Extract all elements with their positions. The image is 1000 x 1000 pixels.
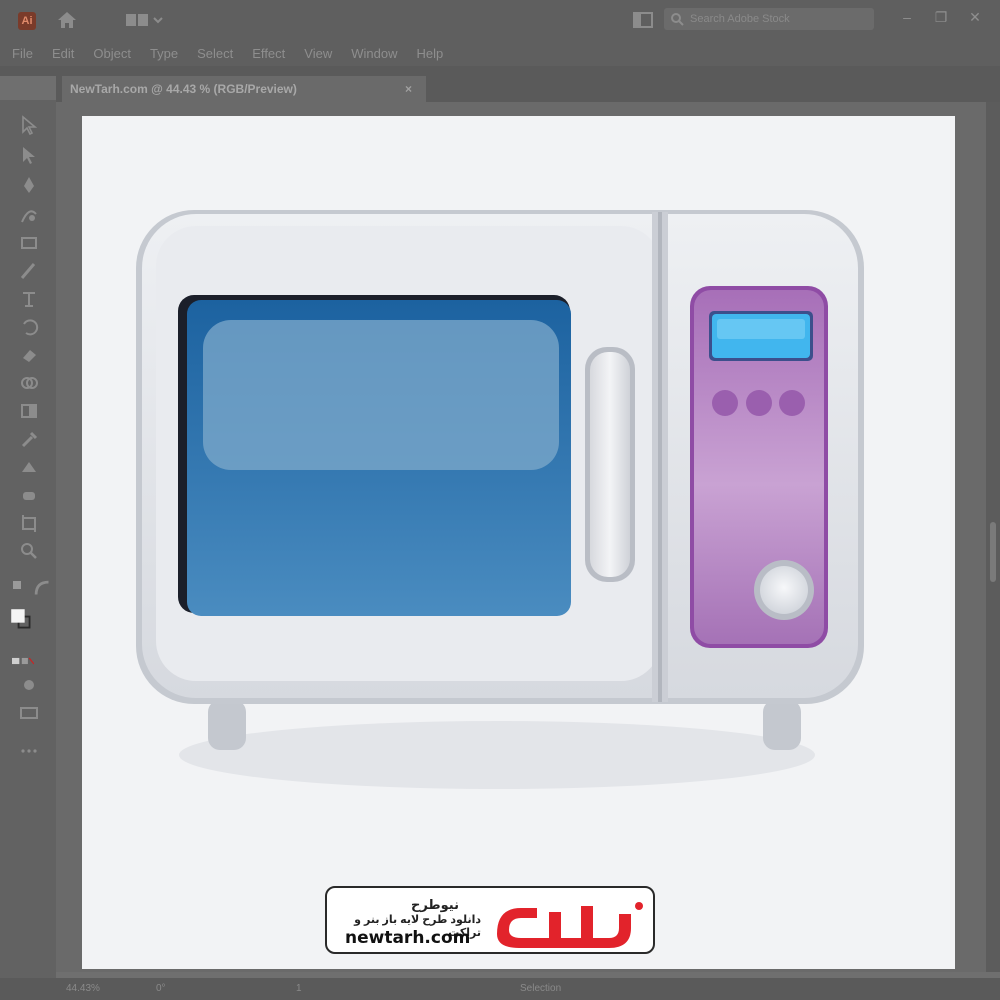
left-foot: [208, 700, 246, 750]
artboard-number[interactable]: 1: [296, 983, 302, 994]
button-3: [779, 390, 805, 416]
window-reflection: [203, 320, 559, 470]
shadow: [179, 721, 815, 789]
zoom-level[interactable]: 44.43%: [66, 983, 100, 994]
right-foot: [763, 700, 801, 750]
door-handle: [590, 352, 630, 577]
watermark-name: نیوطرح: [410, 897, 459, 912]
button-1: [712, 390, 738, 416]
watermark-url: newtarh.com: [345, 928, 471, 948]
rotation-value[interactable]: 0°: [156, 983, 166, 994]
newtarh-logo: [497, 902, 643, 948]
knob: [760, 566, 808, 614]
microwave-illustration[interactable]: [0, 0, 1000, 1000]
button-2: [746, 390, 772, 416]
status-bar: 44.43% 0° 1 Selection: [0, 978, 1000, 1000]
newtarh-watermark: نیوطرح دانلود طرح لایه باز بنر و تراکت n…: [325, 886, 655, 954]
current-tool-label: Selection: [520, 983, 562, 994]
